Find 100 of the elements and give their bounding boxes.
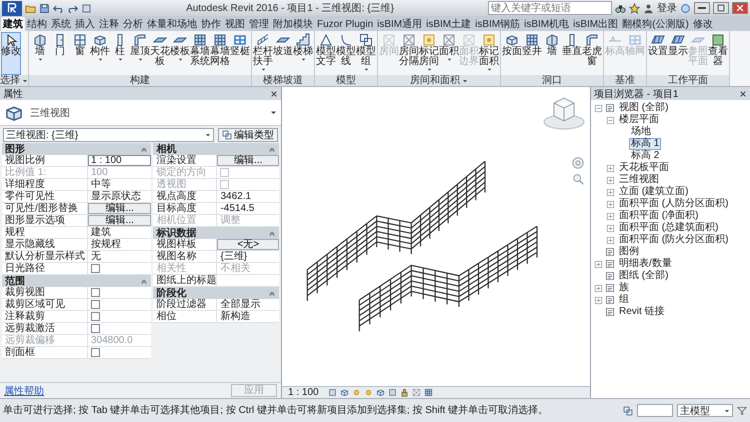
square-icon[interactable] xyxy=(81,2,92,14)
tool-button[interactable]: 门 xyxy=(50,32,70,75)
tool-button[interactable]: 竖井 xyxy=(522,32,542,75)
tool-button[interactable]: 天花板 xyxy=(150,32,170,75)
ribbon-tab[interactable]: 建筑 xyxy=(1,17,25,31)
ribbon-tab[interactable]: isBIM出图 xyxy=(571,17,620,31)
checkbox[interactable] xyxy=(91,288,100,297)
ribbon-tab[interactable]: 附加模块 xyxy=(271,17,315,31)
tree-item[interactable]: 面积平面 (总建筑面积) xyxy=(617,222,720,234)
tool-button[interactable]: 楼板 xyxy=(170,32,190,75)
collapse-icon[interactable] xyxy=(268,289,276,297)
edit-type-button[interactable]: 编辑类型 xyxy=(218,128,278,142)
collapse-icon[interactable] xyxy=(606,116,615,124)
login-link[interactable]: 登录 xyxy=(657,1,677,15)
tool-button[interactable]: 栏杆扶手 xyxy=(253,32,273,75)
tool-button[interactable]: 墙 xyxy=(542,32,562,75)
checkbox[interactable] xyxy=(91,300,100,309)
minimize-button[interactable] xyxy=(694,2,710,14)
checkbox[interactable] xyxy=(91,348,100,357)
group-header[interactable]: 标识数据 xyxy=(153,227,279,239)
view-scale[interactable]: 1 : 100 xyxy=(288,387,319,398)
expand-icon[interactable] xyxy=(606,236,615,244)
help-icon[interactable] xyxy=(680,2,691,14)
ribbon-tab[interactable]: 管理 xyxy=(247,17,271,31)
tool-button[interactable]: 幕墙系统 xyxy=(190,32,210,75)
type-selector[interactable]: 三维视图: {三维} xyxy=(3,128,214,142)
tree-item[interactable]: 面积平面 (人防分区面积) xyxy=(617,198,730,210)
cube-icon[interactable] xyxy=(340,388,349,397)
tool-button[interactable]: 屋顶 xyxy=(130,32,150,75)
tree-item[interactable]: 标高 2 xyxy=(629,150,662,162)
expand-icon[interactable] xyxy=(606,164,615,172)
tool-button[interactable]: 幕墙网格 xyxy=(210,32,230,75)
tree-item[interactable]: 族 xyxy=(617,282,631,294)
tool-button[interactable]: 显示 xyxy=(668,32,688,75)
close-icon[interactable] xyxy=(270,90,278,98)
checkbox[interactable] xyxy=(91,324,100,333)
tool-button[interactable]: 查看器 xyxy=(708,32,728,75)
tool-button[interactable]: 坡道 xyxy=(273,32,293,75)
user-icon[interactable] xyxy=(643,2,654,14)
tree-item[interactable]: 视图 (全部) xyxy=(617,102,670,114)
tree-item[interactable]: 组 xyxy=(617,294,631,306)
tree-item[interactable]: 天花板平面 xyxy=(617,162,671,174)
workset-select[interactable]: 主模型 xyxy=(677,404,733,417)
tool-button[interactable]: 垂直 xyxy=(562,32,582,75)
expand-icon[interactable] xyxy=(606,200,615,208)
ribbon-tab[interactable]: 协作 xyxy=(199,17,223,31)
expand-icon[interactable] xyxy=(606,224,615,232)
tool-button[interactable]: 模型线 xyxy=(336,32,356,75)
expand-icon[interactable] xyxy=(606,176,615,184)
close-button[interactable] xyxy=(732,2,748,14)
zoom-icon[interactable] xyxy=(572,173,584,185)
tree-item[interactable]: 图纸 (全部) xyxy=(617,270,670,282)
ribbon-tab[interactable]: isBIM土建 xyxy=(424,17,474,31)
group-header[interactable]: 图形 xyxy=(2,143,152,155)
checkbox[interactable] xyxy=(91,312,100,321)
ribbon-tab[interactable]: Fuzor Plugin xyxy=(315,17,376,31)
tool-button[interactable]: 构件 xyxy=(90,32,110,75)
binoculars-icon[interactable] xyxy=(615,2,626,14)
tree-item[interactable]: 场地 xyxy=(629,126,653,138)
group-header[interactable]: 阶段化 xyxy=(153,287,279,299)
ribbon-tab[interactable]: isBIM通用 xyxy=(375,17,424,31)
ribbon-tab[interactable]: 视图 xyxy=(223,17,247,31)
collapse-icon[interactable] xyxy=(268,229,276,237)
tool-button[interactable]: 设置 xyxy=(648,32,668,75)
tool-button[interactable]: 柱 xyxy=(110,32,130,75)
tool-button[interactable]: 竖梃 xyxy=(230,32,250,75)
tool-button[interactable]: 房间分隔 xyxy=(399,32,419,75)
square-icon[interactable] xyxy=(328,388,337,397)
collapse-icon[interactable] xyxy=(140,145,148,153)
tool-button[interactable]: 老虎窗 xyxy=(582,32,602,75)
tool-button[interactable]: 标记房间 xyxy=(419,32,439,75)
collapse-icon[interactable] xyxy=(268,145,276,153)
caret-icon[interactable] xyxy=(270,109,277,116)
ribbon-tab[interactable]: 结构 xyxy=(25,17,49,31)
tree-item[interactable]: 面积平面 (净面积) xyxy=(617,210,700,222)
edit-button[interactable]: 编辑... xyxy=(88,215,152,226)
tree-item[interactable]: 图例 xyxy=(617,246,641,258)
ribbon-tab[interactable]: 体量和场地 xyxy=(145,17,199,31)
group-header[interactable]: 范围 xyxy=(2,275,152,287)
expand-icon[interactable] xyxy=(606,212,615,220)
input-field[interactable] xyxy=(637,404,673,417)
expand-icon[interactable] xyxy=(594,296,603,304)
tool-button[interactable]: 楼梯 xyxy=(293,32,313,75)
caret-icon[interactable] xyxy=(22,78,28,84)
ribbon-tab[interactable]: 修改 xyxy=(690,17,715,31)
save-icon[interactable] xyxy=(39,2,50,14)
ribbon-tab[interactable]: isBIM钢筋 xyxy=(473,17,522,31)
navigation-wheel-icon[interactable] xyxy=(572,157,584,169)
maximize-button[interactable] xyxy=(713,2,729,14)
ribbon-tab[interactable]: 插入 xyxy=(73,17,97,31)
tree-item[interactable]: 面积平面 (防火分区面积) xyxy=(617,234,730,246)
search-field[interactable]: 键入关键字或短语 xyxy=(488,1,612,15)
collapse-icon[interactable] xyxy=(594,104,603,112)
tool-button[interactable]: 模型组 xyxy=(356,32,376,75)
tool-button[interactable]: 模型文字 xyxy=(316,32,336,75)
tool-button[interactable]: 标记面积 xyxy=(479,32,499,75)
tool-button[interactable]: 修改 xyxy=(1,32,21,75)
tree-item[interactable]: 立面 (建筑立面) xyxy=(617,186,690,198)
group-icon[interactable] xyxy=(623,406,633,416)
square-icon[interactable] xyxy=(388,388,397,397)
